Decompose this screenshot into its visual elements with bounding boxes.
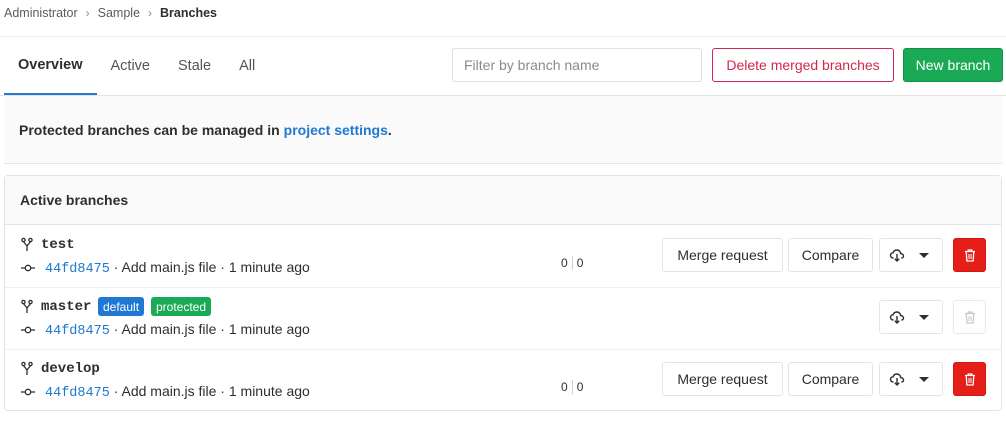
commit-message: · Add main.js file · 1 minute ago (113, 383, 310, 399)
branch-name-link[interactable]: test (41, 237, 75, 253)
delete-branch-button[interactable] (953, 362, 986, 396)
commit-info: 44fd8475 · Add main.js file · 1 minute a… (45, 383, 310, 401)
commits-ahead-count: 0 (571, 380, 583, 394)
active-branches-title: Active branches (5, 176, 1001, 225)
delete-branch-button-disabled (953, 300, 986, 334)
tab-stale[interactable]: Stale (164, 37, 225, 95)
commit-icon (21, 264, 35, 272)
commit-icon (21, 388, 35, 396)
download-icon (889, 311, 905, 324)
breadcrumb-sample[interactable]: Sample (98, 6, 140, 20)
download-icon (889, 373, 905, 386)
commit-icon (21, 326, 35, 334)
branch-icon (21, 237, 33, 251)
tab-overview[interactable]: Overview (4, 37, 97, 95)
branch-filter-input[interactable] (452, 48, 702, 82)
commit-message: · Add main.js file · 1 minute ago (113, 259, 310, 275)
compare-button[interactable]: Compare (788, 362, 873, 396)
notice-suffix: . (387, 121, 392, 138)
breadcrumb-branches[interactable]: Branches (160, 6, 217, 20)
commits-ahead-count: 0 (571, 256, 583, 270)
trash-icon (964, 248, 975, 262)
breadcrumb-administrator[interactable]: Administrator (4, 6, 78, 20)
commit-sha-link[interactable]: 44fd8475 (45, 386, 110, 401)
branch-icon (21, 299, 33, 313)
commit-sha-link[interactable]: 44fd8475 (45, 324, 110, 339)
trash-icon (964, 372, 975, 386)
default-badge: default (98, 297, 145, 316)
compare-button[interactable]: Compare (788, 238, 873, 272)
tab-all[interactable]: All (225, 37, 269, 95)
commit-message: · Add main.js file · 1 minute ago (113, 321, 310, 337)
chevron-down-icon (919, 315, 929, 320)
delete-branch-button[interactable] (953, 238, 986, 272)
divergence-graph: 0 0 (561, 249, 583, 277)
merge-request-button[interactable]: Merge request (662, 362, 783, 396)
chevron-down-icon (919, 253, 929, 258)
commit-info: 44fd8475 · Add main.js file · 1 minute a… (45, 259, 310, 277)
protected-badge: protected (151, 297, 212, 316)
trash-icon (964, 310, 975, 324)
commits-behind-count: 0 (561, 380, 568, 394)
download-dropdown-button[interactable] (879, 238, 943, 272)
download-dropdown-button[interactable] (879, 300, 943, 334)
notice-text: Protected branches can be managed in (19, 121, 280, 138)
new-branch-button[interactable]: New branch (903, 48, 1003, 82)
breadcrumb-chevron-icon: › (148, 6, 153, 20)
branch-row: test 44fd8475 · Add main.js file · 1 min… (5, 226, 1001, 288)
download-icon (889, 249, 905, 262)
commits-behind-count: 0 (561, 256, 568, 270)
branch-name-link[interactable]: master (41, 299, 91, 315)
branch-name-link[interactable]: develop (41, 361, 100, 377)
delete-merged-branches-button[interactable]: Delete merged branches (712, 48, 894, 82)
branch-tabs: Overview Active Stale All (4, 37, 269, 95)
project-settings-link[interactable]: project settings (284, 122, 388, 138)
protected-branches-notice: Protected branches can be managed in pro… (4, 96, 1002, 164)
commit-info: 44fd8475 · Add main.js file · 1 minute a… (45, 321, 310, 339)
chevron-down-icon (919, 377, 929, 382)
branch-icon (21, 361, 33, 375)
download-dropdown-button[interactable] (879, 362, 943, 396)
branch-row: develop 44fd8475 · Add main.js file · 1 … (5, 350, 1001, 412)
branch-row: master default protected 44fd8475 · Add … (5, 288, 1001, 350)
breadcrumb-chevron-icon: › (85, 6, 90, 20)
tab-active[interactable]: Active (97, 37, 165, 95)
active-branches-panel: Active branches test 44fd8475 · Add main… (4, 175, 1002, 411)
commit-sha-link[interactable]: 44fd8475 (45, 262, 110, 277)
breadcrumb: Administrator › Sample › Branches (4, 5, 217, 21)
divergence-graph: 0 0 (561, 373, 583, 401)
merge-request-button[interactable]: Merge request (662, 238, 783, 272)
